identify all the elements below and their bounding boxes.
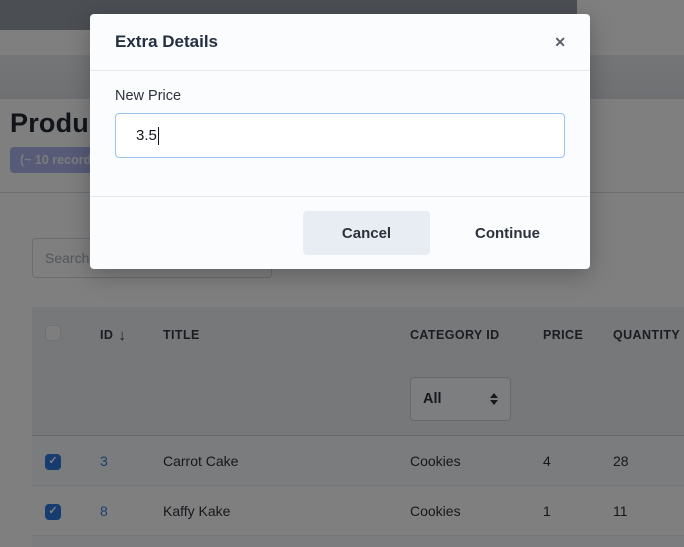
new-price-input[interactable]: 3.5 xyxy=(115,113,565,158)
modal-footer: Cancel Continue xyxy=(90,196,590,269)
modal-title: Extra Details xyxy=(115,32,548,52)
extra-details-modal: Extra Details ✕ New Price 3.5 Cancel Con… xyxy=(90,14,590,269)
text-caret xyxy=(158,127,160,145)
modal-body: New Price 3.5 xyxy=(90,71,590,196)
close-icon[interactable]: ✕ xyxy=(548,31,572,53)
cancel-button[interactable]: Cancel xyxy=(303,211,430,255)
continue-button[interactable]: Continue xyxy=(450,211,565,255)
new-price-value: 3.5 xyxy=(136,127,157,144)
modal-header: Extra Details ✕ xyxy=(90,14,590,71)
new-price-label: New Price xyxy=(115,88,565,104)
app-screen: Products (~ 10 records) ID ↓ TITLE CATEG… xyxy=(0,0,684,547)
